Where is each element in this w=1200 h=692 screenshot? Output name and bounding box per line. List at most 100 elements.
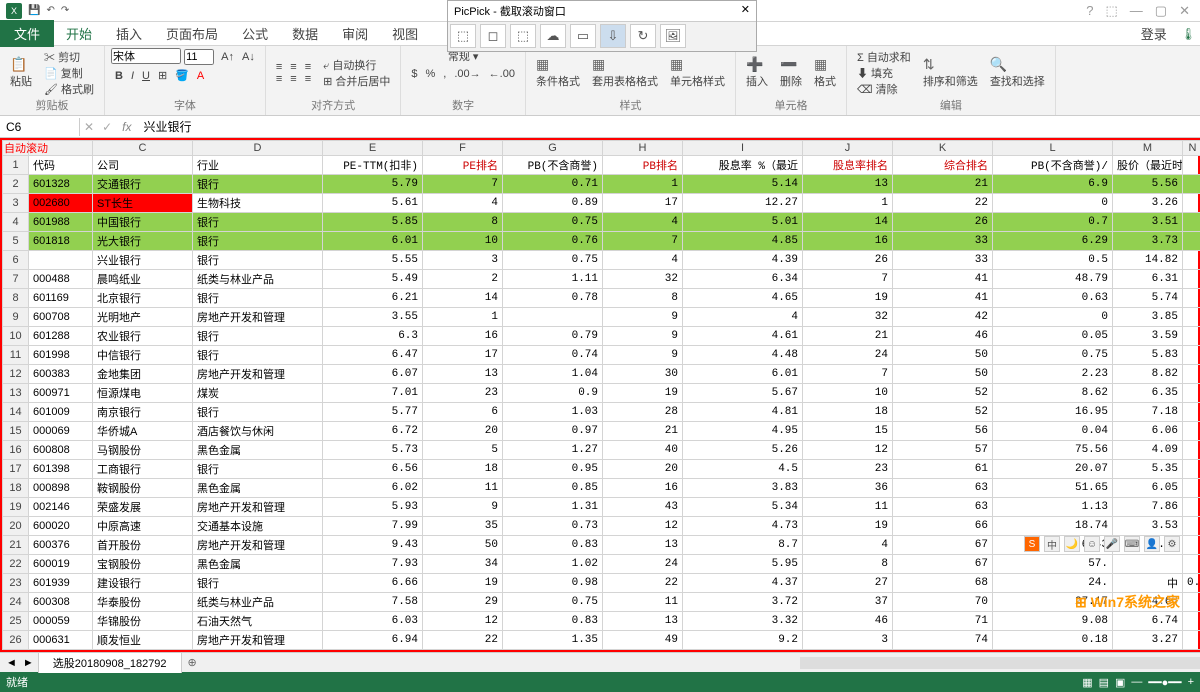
zoom-slider[interactable]: ━━●━━ — [1148, 676, 1181, 689]
table-row[interactable]: 23601939建设银行银行6.66190.98224.37276824.中0. — [3, 574, 1200, 593]
table-row[interactable]: 26000631顺发恒业房地产开发和管理6.94221.35499.23740.… — [3, 631, 1200, 650]
align-center-icon[interactable]: ≡ — [286, 73, 300, 85]
table-row[interactable]: 6兴业银行银行5.5530.7544.3926330.514.82 — [3, 251, 1200, 270]
align-top-icon[interactable]: ≡ — [272, 61, 286, 73]
italic-button[interactable]: I — [127, 70, 138, 82]
picpick-toolbar[interactable]: PicPick - 截取滚动窗口✕ ⬚ ◻ ⬚ ☁ ▭ ⇩ ↻ 🖼 — [447, 0, 757, 52]
save-icon[interactable]: 💾 — [28, 5, 40, 16]
increase-font-icon[interactable]: A↑ — [217, 51, 238, 63]
fill-color-button[interactable]: 🪣 — [171, 70, 193, 82]
ime-moon-icon[interactable]: 🌙 — [1064, 536, 1080, 552]
table-row[interactable]: 15000069华侨城A酒店餐饮与休闲6.72200.97214.9515560… — [3, 422, 1200, 441]
picpick-image-icon[interactable]: 🖼 — [660, 24, 686, 48]
inc-decimal-icon[interactable]: .00→ — [450, 68, 484, 80]
column-headers[interactable]: CDEFGHIJKLMNO — [3, 141, 1200, 156]
insert-cells-button[interactable]: ➕插入 — [742, 56, 772, 89]
format-painter-button[interactable]: 🖌 格式刷 — [40, 81, 98, 97]
header-row[interactable]: 1 代码公司行业 PE-TTM(扣非)PE排名 PB(不含商誉)PB排名 股息率… — [3, 156, 1200, 175]
autosum-button[interactable]: Σ 自动求和 — [853, 49, 915, 65]
view-normal-icon[interactable]: ▦ — [1082, 676, 1092, 689]
wrap-text-button[interactable]: ⤶ 自动换行 — [319, 57, 394, 73]
accept-formula-icon[interactable]: ✓ — [98, 120, 116, 134]
table-row[interactable]: 20600020中原高速交通基本设施7.99350.73124.73196618… — [3, 517, 1200, 536]
tab-home[interactable]: 开始 — [54, 20, 104, 47]
table-row[interactable]: 9600708光明地产房地产开发和管理3.55194324203.85 — [3, 308, 1200, 327]
login-link[interactable]: 登录 — [1141, 24, 1167, 43]
tab-formula[interactable]: 公式 — [230, 20, 280, 47]
comma-icon[interactable]: , — [439, 68, 450, 80]
table-row[interactable]: 18000898鞍钢股份黑色金属6.02110.85163.83366351.6… — [3, 479, 1200, 498]
cell-style-button[interactable]: ▦单元格样式 — [666, 56, 729, 89]
window-controls[interactable]: ? ⬚ — ▢ ✕ — [1086, 3, 1190, 19]
table-row[interactable]: 16600808马钢股份黑色金属5.7351.27405.26125775.56… — [3, 441, 1200, 460]
font-color-button[interactable]: A — [193, 70, 208, 82]
sheet-nav-last-icon[interactable]: ► — [23, 657, 34, 669]
cancel-formula-icon[interactable]: ✕ — [80, 120, 98, 134]
picpick-window-icon[interactable]: ◻ — [480, 24, 506, 48]
name-box[interactable]: C6 — [0, 118, 80, 136]
percent-icon[interactable]: % — [422, 68, 440, 80]
table-row[interactable]: 5601818光大银行银行6.01100.7674.8516336.293.73 — [3, 232, 1200, 251]
dec-decimal-icon[interactable]: ←.00 — [485, 68, 519, 80]
table-format-button[interactable]: ▦套用表格格式 — [588, 56, 662, 89]
table-row[interactable]: 14601009南京银行银行5.7761.03284.81185216.957.… — [3, 403, 1200, 422]
close-icon[interactable]: ✕ — [1179, 3, 1190, 19]
picpick-close-icon[interactable]: ✕ — [741, 3, 750, 19]
picpick-repeat-icon[interactable]: ↻ — [630, 24, 656, 48]
font-name-input[interactable] — [111, 48, 181, 64]
bold-button[interactable]: B — [111, 70, 127, 82]
ime-cn-icon[interactable]: 中 — [1044, 536, 1060, 552]
table-row[interactable]: 2601328交通银行银行5.7970.7115.1413216.95.56 — [3, 175, 1200, 194]
quick-access-toolbar[interactable]: 💾 ↶ ↷ — [28, 5, 69, 16]
ime-toolbar[interactable]: S 中 🌙 ☺ 🎤 ⌨ 👤 ⚙ — [1024, 536, 1180, 552]
ime-gear-icon[interactable]: ⚙ — [1164, 536, 1180, 552]
zoom-in-icon[interactable]: + — [1188, 676, 1194, 688]
ime-keyboard-icon[interactable]: ⌨ — [1124, 536, 1140, 552]
picpick-scroll-icon[interactable]: ⇩ — [600, 24, 626, 48]
tab-view[interactable]: 视图 — [380, 20, 430, 47]
ime-mic-icon[interactable]: 🎤 — [1104, 536, 1120, 552]
horizontal-scrollbar[interactable] — [800, 657, 1200, 669]
table-row[interactable]: 22600019宝钢股份黑色金属7.93341.02245.9586757. — [3, 555, 1200, 574]
help-icon[interactable]: ? — [1086, 3, 1093, 19]
table-row[interactable]: 4601988中国银行银行5.8580.7545.0114260.73.51 — [3, 213, 1200, 232]
spreadsheet-grid[interactable]: 自动滚动 CDEFGHIJKLMNO 1 代码公司行业 PE-TTM(扣非)PE… — [0, 138, 1200, 652]
table-row[interactable]: 24600308华泰股份纸类与林业产品7.58290.75113.7237702… — [3, 593, 1200, 612]
table-row[interactable]: 25000059华锦股份石油天然气6.03120.83133.3246719.0… — [3, 612, 1200, 631]
table-row[interactable]: 11601998中信银行银行6.47170.7494.4824500.755.8… — [3, 346, 1200, 365]
redo-icon[interactable]: ↷ — [61, 5, 69, 16]
paste-button[interactable]: 📋粘贴 — [6, 56, 36, 89]
sort-filter-button[interactable]: ⇅排序和筛选 — [919, 56, 982, 89]
view-break-icon[interactable]: ▣ — [1115, 676, 1125, 689]
picpick-freehand-icon[interactable]: ☁ — [540, 24, 566, 48]
align-mid-icon[interactable]: ≡ — [286, 61, 300, 73]
font-size-input[interactable] — [184, 49, 214, 65]
tab-insert[interactable]: 插入 — [104, 20, 154, 47]
view-layout-icon[interactable]: ▤ — [1099, 676, 1109, 689]
merge-center-button[interactable]: ⊞ 合并后居中 — [319, 73, 394, 89]
sheet-nav-first-icon[interactable]: ◄ — [0, 657, 23, 669]
underline-button[interactable]: U — [138, 70, 154, 82]
table-row[interactable]: 21600376首开股份房地产开发和管理9.43500.83138.74676.… — [3, 536, 1200, 555]
table-row[interactable]: 3002680ST长生生物科技5.6140.891712.2712203.26 — [3, 194, 1200, 213]
table-row[interactable]: 7000488晨鸣纸业纸类与林业产品5.4921.11326.3474148.7… — [3, 270, 1200, 289]
maximize-icon[interactable]: ▢ — [1155, 3, 1167, 19]
border-button[interactable]: ⊞ — [154, 70, 171, 82]
fx-icon[interactable]: fx — [116, 120, 137, 134]
minimize-icon[interactable]: — — [1130, 3, 1143, 19]
tab-file[interactable]: 文件 — [0, 20, 54, 47]
delete-cells-button[interactable]: ➖删除 — [776, 56, 806, 89]
copy-button[interactable]: 📄 复制 — [40, 65, 98, 81]
formula-input[interactable]: 兴业银行 — [137, 116, 1200, 137]
ribbon-min-icon[interactable]: ⬚ — [1106, 3, 1118, 19]
zoom-out-icon[interactable]: — — [1131, 676, 1142, 688]
tab-review[interactable]: 审阅 — [330, 20, 380, 47]
ime-s-icon[interactable]: S — [1024, 536, 1040, 552]
table-row[interactable]: 12600383金地集团房地产开发和管理6.07131.04306.017502… — [3, 365, 1200, 384]
picpick-region-icon[interactable]: ⬚ — [510, 24, 536, 48]
clear-button[interactable]: ⌫ 清除 — [853, 81, 915, 97]
cut-button[interactable]: ✂ 剪切 — [40, 49, 98, 65]
table-row[interactable]: 19002146荣盛发展房地产开发和管理5.9391.31435.3411631… — [3, 498, 1200, 517]
accounting-icon[interactable]: $ — [407, 68, 421, 80]
add-sheet-button[interactable]: ⊕ — [188, 656, 197, 669]
